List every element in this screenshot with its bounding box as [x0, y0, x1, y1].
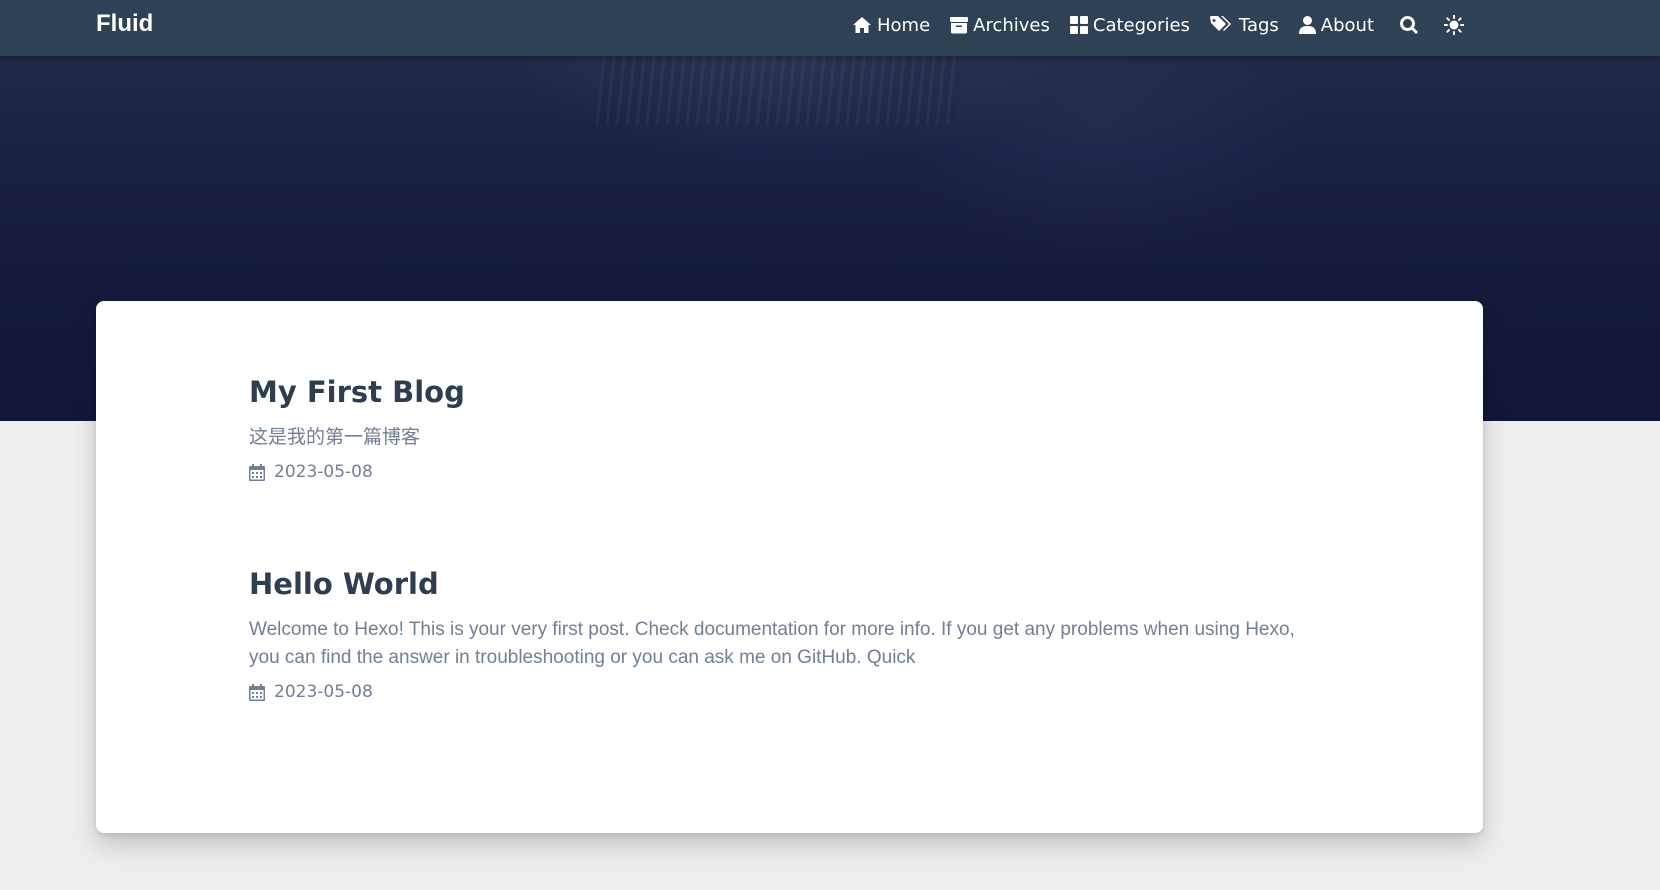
navbar: Fluid Home Archives Categories Tags Abou… — [0, 0, 1660, 56]
post-item: Hello World Welcome to Hexo! This is you… — [249, 566, 1319, 702]
post-excerpt[interactable]: Welcome to Hexo! This is your very first… — [249, 616, 1319, 672]
post-date: 2023-05-08 — [274, 462, 373, 482]
post-meta: 2023-05-08 — [249, 682, 1319, 702]
theme-toggle[interactable] — [1444, 15, 1464, 35]
calendar-icon — [249, 463, 265, 481]
post-list-card: My First Blog 这是我的第一篇博客 2023-05-08 Hello… — [96, 301, 1483, 833]
home-icon — [853, 17, 871, 33]
nav-item-label: Archives — [973, 14, 1050, 36]
post-title[interactable]: My First Blog — [249, 374, 1319, 410]
calendar-icon — [249, 683, 265, 701]
nav-item-label: Tags — [1238, 14, 1279, 36]
post-date: 2023-05-08 — [274, 682, 373, 702]
post-item: My First Blog 这是我的第一篇博客 2023-05-08 — [249, 374, 1319, 482]
nav-item-label: Home — [877, 14, 931, 36]
post-meta: 2023-05-08 — [249, 462, 1319, 482]
sun-icon — [1444, 15, 1464, 35]
nav-item-tags[interactable]: Tags — [1209, 14, 1279, 36]
nav-item-home[interactable]: Home — [852, 15, 930, 36]
post-excerpt[interactable]: 这是我的第一篇博客 — [249, 424, 1319, 452]
nav-item-categories[interactable]: Categories — [1069, 14, 1190, 36]
user-icon — [1298, 16, 1316, 34]
search-icon — [1400, 16, 1418, 34]
nav-item-archives[interactable]: Archives — [950, 15, 1050, 36]
nav-menu: Home Archives Categories Tags About — [852, 0, 1464, 50]
categories-icon — [1069, 16, 1088, 34]
nav-item-label: Categories — [1092, 14, 1190, 36]
post-title[interactable]: Hello World — [249, 566, 1319, 602]
brand-logo[interactable]: Fluid — [96, 10, 153, 38]
nav-item-label: About — [1320, 14, 1374, 36]
nav-item-about[interactable]: About — [1298, 14, 1374, 36]
search-button[interactable] — [1400, 16, 1418, 34]
archive-icon — [950, 16, 969, 33]
tags-icon — [1209, 16, 1231, 31]
